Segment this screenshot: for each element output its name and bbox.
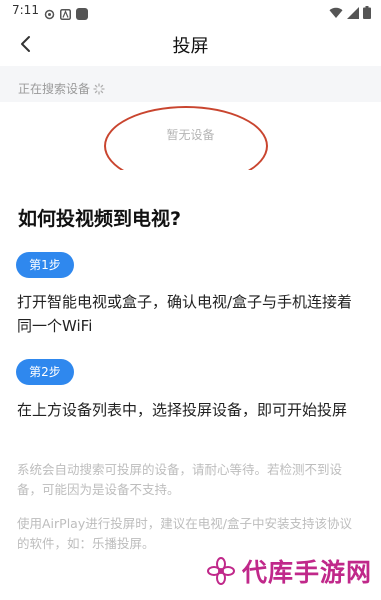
step-2-text: 在上方设备列表中，选择投屏设备，即可开始投屏 [17,401,348,419]
wifi-icon [329,4,343,23]
battery-icon [363,4,371,23]
site-watermark: 代库手游网 [206,553,372,589]
loading-spinner-icon [93,82,105,95]
help-note-1: 系统会自动搜索可投屏的设备，请耐心等待。若检测不到设备，可能因为是设备不支持。 [17,462,343,497]
search-status: 正在搜索设备 [18,80,105,97]
watermark-text: 代库手游网 [242,558,373,587]
flower-logo-icon [206,556,236,586]
signal-icon [347,4,359,23]
app-header: 投屏 [0,22,381,66]
search-status-text: 正在搜索设备 [18,82,91,96]
step-1-badge: 第1步 [16,252,74,278]
step-2-badge: 第2步 [16,359,74,385]
step-1-text: 打开智能电视或盒子，确认电视/盒子与手机连接着同一个WiFi [17,293,353,335]
page-title: 投屏 [172,36,209,57]
status-system-icons [329,4,371,23]
device-search-section: 正在搜索设备 暂无设备 [0,66,381,186]
help-title: 如何投视频到电视? [18,208,182,230]
status-time: 7:11 [12,3,39,17]
status-bar: 7:11 [0,0,381,22]
help-section: 如何投视频到电视? 第1步 打开智能电视或盒子，确认电视/盒子与手机连接着同一个… [0,170,381,600]
help-note-2: 使用AirPlay进行投屏时，建议在电视/盒子中安装支持该协议的软件，如：乐播投… [17,516,352,551]
